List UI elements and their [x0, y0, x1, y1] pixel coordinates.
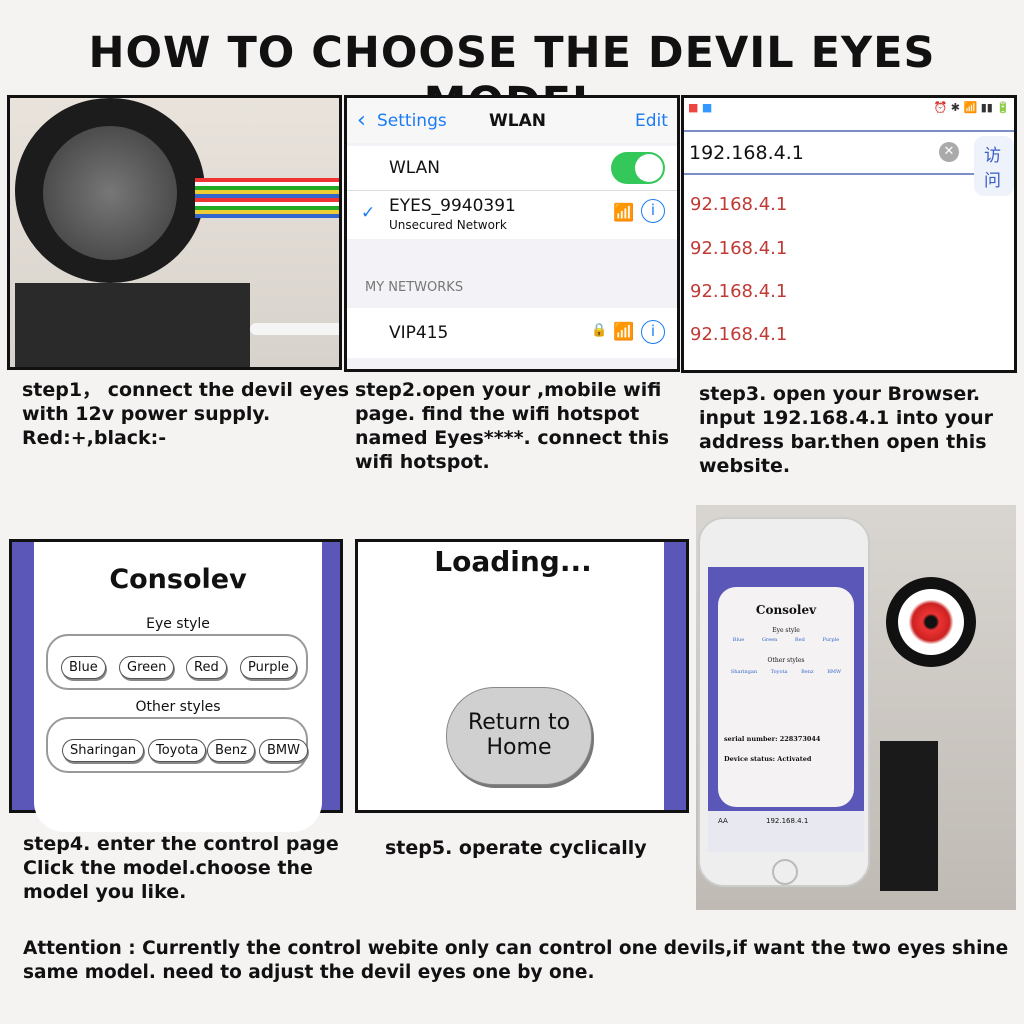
purple-button[interactable]: Purple [822, 637, 839, 643]
suggestion-item[interactable]: 92.168.4.1 [690, 324, 787, 345]
eye-style-label: Eye style [772, 627, 800, 634]
green-button[interactable]: Green [119, 656, 175, 679]
bmw-button[interactable]: BMW [259, 739, 308, 762]
suggestion-item[interactable]: 92.168.4.1 [690, 238, 787, 259]
browser-screen: ■ ■ ⏰ ✱ 📶 ▮▮ 🔋 192.168.4.1 ✕ 访问 92.168.4.… [681, 95, 1017, 373]
sharingan-button[interactable]: Sharingan [731, 669, 757, 675]
home-button [772, 859, 798, 885]
suggestion-item[interactable]: 92.168.4.1 [690, 281, 787, 302]
step1-caption: with 12v power supply. [22, 403, 271, 425]
return-home-label: Return to [467, 710, 571, 735]
benz-button[interactable]: Benz [207, 739, 255, 762]
screen-header: WLAN [489, 111, 546, 131]
control-box [880, 741, 938, 891]
url-bar[interactable]: 192.168.4.1 [766, 817, 808, 825]
green-button[interactable]: Green [762, 637, 778, 643]
step3-caption: step3. open your Browser. [699, 383, 981, 405]
wlan-label: WLAN [389, 158, 441, 178]
return-home-label: Home [486, 735, 552, 760]
step4-caption: model you like. [23, 881, 187, 903]
address-input[interactable]: 192.168.4.1 [689, 142, 804, 164]
wifi-settings-screen: ‹ Settings WLAN Edit WLAN ✓ EYES_9940391… [344, 95, 680, 372]
attention-note: same model. need to adjust the devil eye… [23, 962, 595, 983]
network-vip415[interactable]: VIP415 [389, 323, 448, 343]
step3-caption: input 192.168.4.1 into your [699, 407, 994, 429]
status-bar: ■ ■ ⏰ ✱ 📶 ▮▮ 🔋 [688, 101, 1010, 114]
back-button[interactable]: Settings [377, 111, 447, 131]
bmw-button[interactable]: BMW [827, 669, 841, 675]
network-security: Unsecured Network [389, 218, 507, 232]
step3-caption: address bar.then open this [699, 431, 987, 453]
info-icon[interactable]: i [641, 320, 665, 344]
control-box [15, 283, 250, 367]
wifi-icon: 📶 [613, 322, 635, 342]
step4-caption: step4. enter the control page [23, 833, 339, 855]
blue-button[interactable]: Blue [61, 656, 106, 679]
info-icon[interactable]: i [641, 199, 665, 223]
address-bar[interactable]: 192.168.4.1 ✕ 访问 [684, 130, 1014, 196]
red-button[interactable]: Red [186, 656, 227, 679]
visit-button[interactable]: 访问 [974, 136, 1014, 196]
back-chevron-icon[interactable]: ‹ [357, 108, 366, 133]
eye-style-label: Eye style [146, 616, 210, 632]
loading-page: Loading... Return to Home [355, 539, 689, 813]
checkmark-icon: ✓ [361, 203, 376, 223]
step2-caption: named Eyes****. connect this [355, 427, 670, 449]
usb-cable [250, 323, 339, 335]
red-button[interactable]: Red [795, 637, 805, 643]
suggestion-item[interactable]: 92.168.4.1 [690, 194, 787, 215]
wifi-icon: 📶 [613, 203, 635, 223]
step2-caption: wifi hotspot. [355, 451, 490, 473]
sharingan-button[interactable]: Sharingan [62, 739, 145, 762]
step5-caption: step5. operate cyclically [385, 837, 647, 859]
eye-display [15, 98, 205, 283]
return-home-button[interactable]: Return to Home [446, 687, 592, 785]
lock-icon: 🔒 [591, 323, 608, 338]
step6-photo: Consolev Eye style Blue Green Red Purple Ot… [696, 505, 1016, 910]
purple-button[interactable]: Purple [240, 656, 298, 679]
attention-note: Attention : Currently the control webite… [23, 938, 1009, 959]
control-page: Consolev Eye style Blue Green Red Purple… [9, 539, 343, 832]
section-header: MY NETWORKS [365, 280, 464, 295]
wlan-toggle[interactable] [611, 152, 665, 184]
toyota-button[interactable]: Toyota [148, 739, 207, 762]
other-styles-label: Other styles [135, 699, 221, 715]
blue-button[interactable]: Blue [733, 637, 744, 643]
connected-network[interactable]: EYES_9940391 [389, 196, 516, 216]
edit-button[interactable]: Edit [635, 111, 668, 131]
step2-caption: step2.open your ,mobile wifi [355, 379, 662, 401]
serial-number: serial number: 228373044 [724, 735, 821, 743]
step4-caption: Click the model.choose the [23, 857, 313, 879]
toyota-button[interactable]: Toyota [771, 669, 788, 675]
step1-caption: Red:+,black:- [22, 427, 167, 449]
step3-caption: website. [699, 455, 791, 477]
step1-caption: step1， connect the devil eyes [22, 379, 350, 401]
step1-photo [7, 95, 342, 370]
wires [195, 178, 339, 218]
control-title: Consolev [755, 603, 817, 617]
control-title: Consolev [109, 564, 247, 595]
benz-button[interactable]: Benz [801, 669, 814, 675]
clear-icon[interactable]: ✕ [939, 142, 959, 162]
eye-display [886, 577, 976, 667]
loading-text: Loading... [434, 545, 592, 578]
step2-caption: page. find the wifi hotspot [355, 403, 640, 425]
device-status: Device status: Activated [724, 755, 812, 763]
phone: Consolev Eye style Blue Green Red Purple Ot… [698, 517, 870, 887]
other-styles-label: Other styles [767, 657, 805, 664]
text-size-button[interactable]: AA [718, 817, 728, 825]
